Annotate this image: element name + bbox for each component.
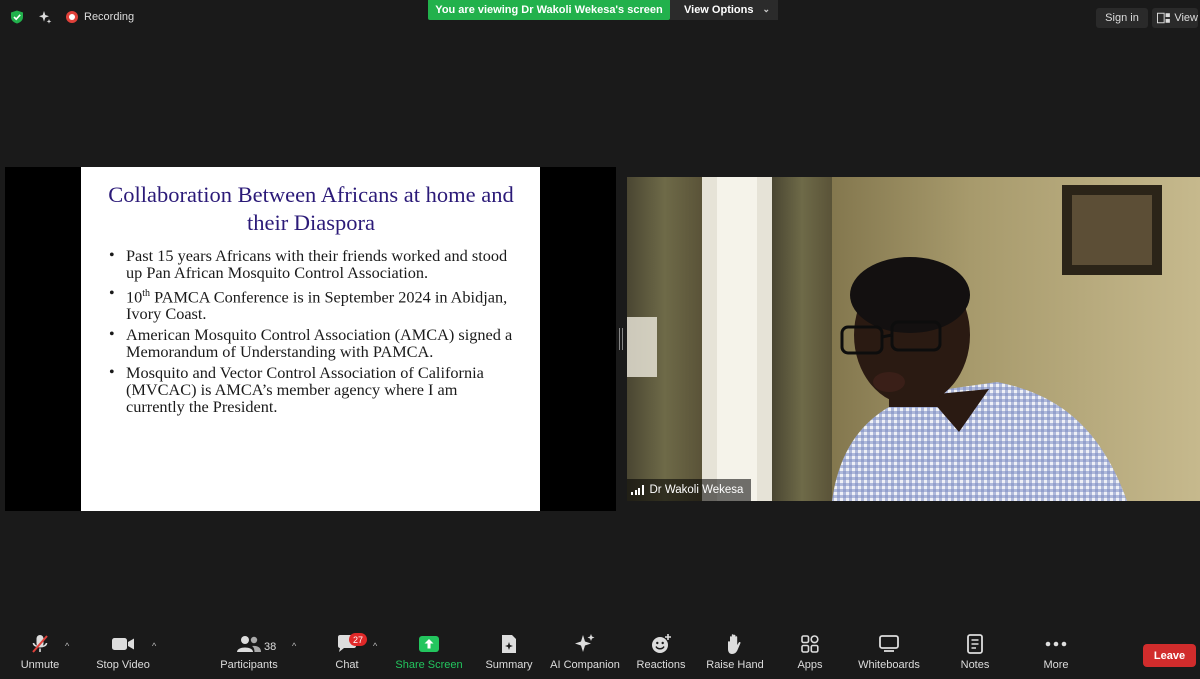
slide-title: Collaboration Between Africans at home a… xyxy=(108,182,514,235)
whiteboards-label: Whiteboards xyxy=(858,659,920,671)
view-button[interactable]: View xyxy=(1152,8,1198,28)
view-layout-icon xyxy=(1157,12,1170,24)
more-label: More xyxy=(1043,659,1069,671)
sign-in-button[interactable]: Sign in xyxy=(1096,8,1148,28)
view-label: View xyxy=(1174,12,1198,24)
unmute-label: Unmute xyxy=(20,659,60,671)
raise-hand-label: Raise Hand xyxy=(706,659,764,671)
participants-icon xyxy=(235,629,263,659)
share-screen-button[interactable]: Share Screen xyxy=(395,629,463,679)
participant-video-feed xyxy=(627,177,1200,501)
slide-bullet: 10th PAMCA Conference is in September 20… xyxy=(109,285,519,322)
reactions-smiley-icon xyxy=(650,629,672,659)
audio-options-chevron-up-icon[interactable]: ^ xyxy=(65,641,69,651)
video-camera-icon xyxy=(111,629,135,659)
apps-button[interactable]: Apps xyxy=(792,629,828,679)
more-dots-icon xyxy=(1045,629,1067,659)
ai-companion-button[interactable]: AI Companion xyxy=(548,629,622,679)
slide-bullet: Past 15 years Africans with their friend… xyxy=(109,247,519,281)
leave-button[interactable]: Leave xyxy=(1143,644,1196,667)
share-screen-arrow-icon xyxy=(418,629,440,659)
slide-bullet: Mosquito and Vector Control Association … xyxy=(109,364,519,415)
zoom-meeting-window: Recording You are viewing Dr Wakoli Weke… xyxy=(0,0,1200,679)
video-options-chevron-up-icon[interactable]: ^ xyxy=(152,641,156,651)
participant-video-tile[interactable]: Dr Wakoli Wekesa xyxy=(627,177,1200,501)
whiteboard-icon xyxy=(879,629,899,659)
chevron-down-icon: ⌄ xyxy=(762,4,770,14)
participants-button[interactable]: Participants xyxy=(220,629,278,679)
resize-divider-handle[interactable] xyxy=(619,328,623,350)
unmute-button[interactable]: Unmute xyxy=(18,629,62,679)
share-screen-label: Share Screen xyxy=(395,659,463,671)
participants-label: Participants xyxy=(220,659,278,671)
whiteboards-button[interactable]: Whiteboards xyxy=(854,629,924,679)
participant-name: Dr Wakoli Wekesa xyxy=(649,484,744,496)
shared-screen[interactable]: Collaboration Between Africans at home a… xyxy=(5,167,616,511)
participants-options-chevron-up-icon[interactable]: ^ xyxy=(292,641,296,651)
reactions-label: Reactions xyxy=(636,659,686,671)
apps-grid-icon xyxy=(801,629,819,659)
recording-dot-icon xyxy=(66,11,78,23)
muted-microphone-icon xyxy=(30,629,50,659)
ai-sparkle-icon[interactable] xyxy=(38,10,52,24)
recording-label: Recording xyxy=(84,11,135,23)
presentation-slide: Collaboration Between Africans at home a… xyxy=(81,167,540,511)
view-options-button[interactable]: View Options ⌄ xyxy=(670,0,778,20)
connection-signal-icon xyxy=(631,485,644,495)
meeting-toolbar: Unmute ^ Stop Video ^ Participants 38 ^ … xyxy=(0,629,1200,679)
slide-bullet-list: Past 15 years Africans with their friend… xyxy=(109,247,519,419)
chat-unread-badge: 27 xyxy=(349,633,367,646)
slide-bullet-ordinal: th xyxy=(142,288,151,299)
notes-button[interactable]: Notes xyxy=(956,629,994,679)
summary-document-icon xyxy=(500,629,518,659)
ai-companion-label: AI Companion xyxy=(550,659,620,671)
summary-label: Summary xyxy=(485,659,533,671)
notes-icon xyxy=(967,629,983,659)
reactions-button[interactable]: Reactions xyxy=(634,629,688,679)
recording-indicator[interactable]: Recording xyxy=(66,9,134,25)
more-button[interactable]: More xyxy=(1036,629,1076,679)
raise-hand-icon xyxy=(726,629,744,659)
viewing-screen-banner: You are viewing Dr Wakoli Wekesa's scree… xyxy=(428,0,670,20)
participant-name-tag: Dr Wakoli Wekesa xyxy=(627,479,752,501)
stop-video-label: Stop Video xyxy=(96,659,150,671)
chat-label: Chat xyxy=(335,659,359,671)
participant-count: 38 xyxy=(264,641,277,653)
apps-label: Apps xyxy=(797,659,823,671)
ai-companion-sparkle-icon xyxy=(574,629,596,659)
notes-label: Notes xyxy=(960,659,990,671)
view-options-label: View Options xyxy=(684,4,754,16)
slide-bullet: American Mosquito Control Association (A… xyxy=(109,326,519,360)
top-bar: Recording You are viewing Dr Wakoli Weke… xyxy=(0,0,1200,34)
chat-options-chevron-up-icon[interactable]: ^ xyxy=(373,641,377,651)
raise-hand-button[interactable]: Raise Hand xyxy=(706,629,764,679)
security-shield-icon[interactable] xyxy=(10,10,24,24)
stop-video-button[interactable]: Stop Video xyxy=(94,629,152,679)
summary-button[interactable]: Summary xyxy=(482,629,536,679)
